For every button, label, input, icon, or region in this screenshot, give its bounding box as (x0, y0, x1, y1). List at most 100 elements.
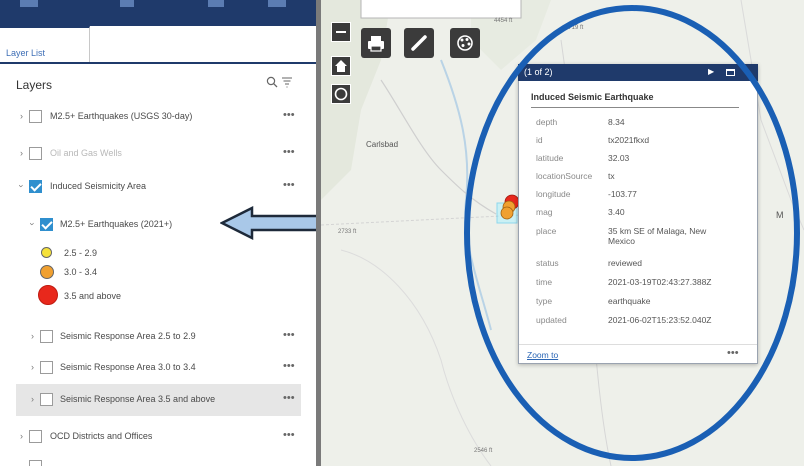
widget-header-bar (0, 0, 318, 26)
attribute-value: reviewed (608, 258, 643, 268)
layer-label: M2.5+ Earthquakes (2021+) (60, 219, 173, 229)
attribute-value: tx (608, 171, 615, 181)
header-control (120, 0, 134, 7)
layer-visibility-checkbox[interactable] (29, 430, 42, 443)
more-options-icon[interactable]: ••• (283, 179, 295, 191)
layer-visibility-checkbox[interactable] (29, 147, 42, 160)
attribute-value: 8.34 (608, 117, 625, 127)
layer-row-usgs-earthquakes[interactable]: › M2.5+ Earthquakes (USGS 30-day) ••• (0, 101, 316, 133)
layer-visibility-checkbox[interactable] (29, 180, 42, 193)
legend-label: 3.5 and above (64, 291, 122, 301)
expand-chevron-icon[interactable]: › (31, 331, 34, 341)
compass-button[interactable] (331, 84, 351, 104)
layer-row-ocd-districts[interactable]: › OCD Districts and Offices ••• (0, 421, 316, 453)
attribute-key: id (536, 135, 543, 145)
more-options-icon[interactable]: ••• (283, 329, 295, 341)
popup-divider (531, 107, 739, 108)
collapse-chevron-icon[interactable]: › (28, 223, 38, 226)
attribute-value: earthquake (608, 296, 651, 306)
search-icon[interactable] (266, 76, 278, 88)
compass-icon (334, 87, 348, 101)
print-icon (368, 36, 384, 52)
legend-label: 3.0 - 3.4 (64, 267, 98, 277)
basemap-icon (457, 35, 473, 51)
more-options-icon[interactable]: ••• (283, 392, 295, 404)
elevation-label: 4454 ft (494, 18, 513, 24)
header-control (208, 0, 224, 7)
layer-visibility-checkbox[interactable] (40, 361, 53, 374)
maximize-icon[interactable] (726, 69, 735, 76)
collapse-chevron-icon[interactable]: › (17, 185, 27, 188)
layer-visibility-checkbox[interactable] (29, 460, 42, 466)
elevation-label: 3719 ft (565, 25, 584, 31)
print-button[interactable] (361, 28, 391, 58)
zoom-out-icon (336, 31, 346, 33)
elevation-label: 2733 ft (338, 229, 357, 235)
tab-layer-list[interactable] (0, 26, 90, 64)
attribute-value: 2021-06-02T15:23:52.040Z (608, 315, 712, 325)
attribute-key: place (536, 226, 557, 236)
attribute-key: latitude (536, 153, 564, 163)
basemap-gallery-button[interactable] (450, 28, 480, 58)
legend-circle-icon (40, 265, 54, 279)
attribute-value: 3.40 (608, 207, 625, 217)
more-options-icon[interactable]: ••• (727, 347, 739, 359)
more-options-icon[interactable]: ••• (283, 360, 295, 372)
panel-title: Layers (16, 78, 53, 92)
attribute-value: -103.77 (608, 189, 637, 199)
layer-row-partial[interactable] (0, 456, 316, 466)
filter-icon[interactable] (281, 76, 293, 88)
draw-icon (411, 35, 427, 51)
attribute-key: status (536, 258, 559, 268)
more-options-icon[interactable]: ••• (283, 109, 295, 121)
expand-chevron-icon[interactable]: › (20, 431, 23, 441)
attribute-key: updated (536, 315, 567, 325)
layer-row-induced-seismicity[interactable]: › Induced Seismicity Area ••• (0, 171, 316, 203)
zoom-to-link[interactable]: Zoom to (527, 350, 558, 360)
layer-label: Seismic Response Area 3.0 to 3.4 (60, 362, 196, 372)
home-icon (335, 60, 347, 72)
layer-visibility-checkbox[interactable] (29, 110, 42, 123)
popup-feature-count: (1 of 2) (524, 67, 553, 77)
popup-footer-divider (519, 344, 757, 345)
more-options-icon[interactable]: ••• (283, 146, 295, 158)
header-control (268, 0, 286, 7)
home-button[interactable] (331, 56, 351, 76)
expand-chevron-icon[interactable]: › (20, 111, 23, 121)
popup-title: Induced Seismic Earthquake (531, 92, 654, 102)
attribute-value: 2021-03-19T02:43:27.388Z (608, 277, 712, 287)
legend-circle-icon (38, 285, 58, 305)
layer-visibility-checkbox[interactable] (40, 218, 53, 231)
layer-visibility-checkbox[interactable] (40, 330, 53, 343)
layer-label: Seismic Response Area 2.5 to 2.9 (60, 331, 196, 341)
map-place-label: Carlsbad (366, 140, 399, 149)
attribute-key: longitude (536, 189, 571, 199)
popup-header (518, 64, 758, 81)
layer-label: Seismic Response Area 3.5 and above (60, 394, 216, 404)
expand-chevron-icon[interactable]: › (31, 394, 34, 404)
attribute-key: time (536, 277, 553, 287)
legend-label: 2.5 - 2.9 (64, 248, 98, 258)
zoom-out-button[interactable] (331, 22, 351, 42)
draw-button[interactable] (404, 28, 434, 58)
attribute-value: 35 km SE of Malaga, New Mexico (608, 226, 707, 246)
next-feature-icon[interactable]: ▶ (708, 67, 714, 76)
layer-label: M2.5+ Earthquakes (USGS 30-day) (50, 111, 193, 121)
more-options-icon[interactable]: ••• (283, 429, 295, 441)
attribute-value: tx2021fkxd (608, 135, 650, 145)
layer-label: OCD Districts and Offices (50, 431, 153, 441)
layer-visibility-checkbox[interactable] (40, 393, 53, 406)
layer-row-seismic-3-5[interactable]: › Seismic Response Area 3.5 and above ••… (16, 384, 301, 416)
map-place-label: M (776, 210, 784, 220)
layer-row-seismic-3-0[interactable]: › Seismic Response Area 3.0 to 3.4 ••• (0, 352, 316, 384)
attribute-key: mag (536, 207, 553, 217)
layer-row-oil-gas-wells[interactable]: › Oil and Gas Wells ••• (0, 138, 316, 170)
attribute-key: type (536, 296, 553, 306)
attribute-key: locationSource (536, 171, 593, 181)
layer-label: Oil and Gas Wells (50, 148, 122, 158)
layer-row-seismic-2-5[interactable]: › Seismic Response Area 2.5 to 2.9 ••• (0, 321, 316, 353)
expand-chevron-icon[interactable]: › (20, 148, 23, 158)
header-control (20, 0, 38, 7)
expand-chevron-icon[interactable]: › (31, 362, 34, 372)
tab-layer-list-label: Layer List (6, 48, 46, 58)
